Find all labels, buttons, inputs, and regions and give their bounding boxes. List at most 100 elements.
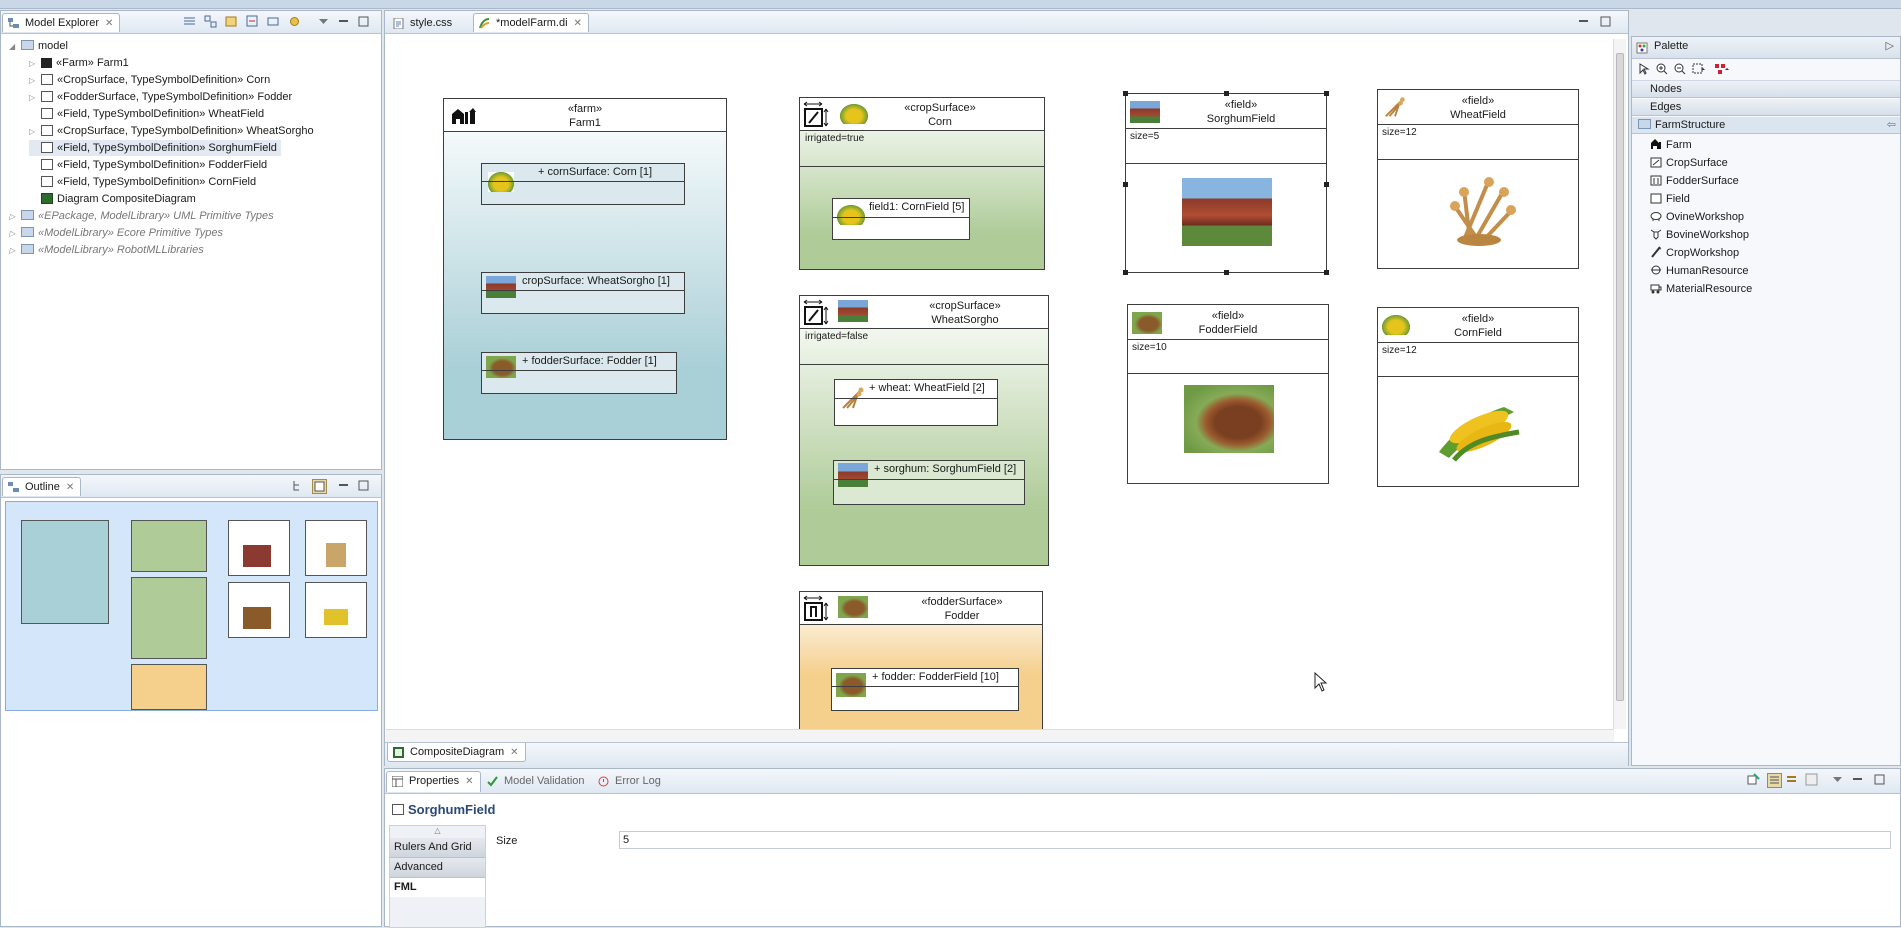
minimize-icon[interactable] — [1851, 773, 1864, 786]
tree-item-cornfield[interactable]: «Field, TypeSymbolDefinition» CornField — [29, 174, 256, 190]
minimize-icon[interactable] — [337, 15, 350, 28]
palette-item-humanresource[interactable]: HumanResource — [1632, 262, 1900, 280]
part-field1[interactable]: field1: CornField [5] — [832, 198, 970, 240]
maximize-icon[interactable] — [1599, 15, 1612, 28]
palette-category-farmstructure[interactable]: FarmStructure ⇦ — [1632, 117, 1900, 134]
diagram-canvas[interactable]: «farm» Farm1 + cornSurface: Corn [1] cro… — [386, 34, 1616, 729]
part-cornsurface[interactable]: + cornSurface: Corn [1] — [481, 163, 685, 205]
zoom-out-icon[interactable] — [1674, 63, 1686, 75]
section-fml[interactable]: FML — [390, 878, 485, 897]
tree-item-diagram[interactable]: Diagram CompositeDiagram — [29, 191, 196, 207]
section-rulers-and-grid[interactable]: Rulers And Grid — [390, 838, 485, 858]
selection-handle[interactable] — [1123, 182, 1128, 187]
vertical-scroll-thumb[interactable] — [1616, 53, 1624, 701]
tree-item-fodder[interactable]: ▷ «FodderSurface, TypeSymbolDefinition» F… — [29, 89, 292, 105]
tab-style-css[interactable]: style.css — [387, 13, 459, 32]
maximize-icon[interactable] — [1873, 773, 1886, 786]
settings-icon[interactable] — [288, 15, 301, 28]
filter-icon[interactable] — [246, 15, 259, 28]
minimize-icon[interactable] — [337, 479, 350, 492]
part-wheat[interactable]: + wheat: WheatField [2] — [834, 379, 998, 426]
tab-outline[interactable]: Outline ✕ — [2, 477, 82, 496]
selection-handle[interactable] — [1224, 91, 1229, 96]
corn-node[interactable]: «cropSurface» Corn irrigated=true field1… — [799, 97, 1045, 270]
farm1-node[interactable]: «farm» Farm1 + cornSurface: Corn [1] cro… — [443, 98, 727, 440]
selection-handle[interactable] — [1123, 270, 1128, 275]
horizontal-scrollbar[interactable] — [386, 729, 1614, 742]
tree-view-icon[interactable] — [292, 479, 305, 492]
selection-handle[interactable] — [1324, 270, 1329, 275]
sorghumfield-node[interactable]: «field» SorghumField size=5 — [1123, 91, 1329, 275]
tab-model-validation[interactable]: Model Validation — [481, 771, 592, 790]
tree-item-ecore-primitive-types[interactable]: ▷ «ModelLibrary» Ecore Primitive Types — [9, 225, 223, 241]
tab-modelfarm-di[interactable]: *modelFarm.di ✕ — [473, 13, 589, 32]
tree-item-corn[interactable]: ▷ «CropSurface, TypeSymbolDefinition» Cor… — [29, 72, 270, 88]
tree-item-wheatfield[interactable]: «Field, TypeSymbolDefinition» WheatField — [29, 106, 264, 122]
tree-item-sorghumfield[interactable]: «Field, TypeSymbolDefinition» SorghumFie… — [29, 140, 281, 156]
restore-defaults-icon[interactable] — [1805, 773, 1818, 786]
show-advanced-icon[interactable] — [1785, 773, 1798, 786]
palette-category-nodes[interactable]: Nodes — [1632, 81, 1900, 98]
maximize-icon[interactable] — [357, 479, 370, 492]
collapse-all-icon[interactable] — [183, 15, 196, 28]
close-icon[interactable]: ✕ — [510, 747, 518, 758]
palette-item-cropworkshop[interactable]: CropWorkshop — [1632, 244, 1900, 262]
wheatfield-node[interactable]: «field» WheatField size=12 — [1377, 89, 1579, 269]
section-advanced[interactable]: Advanced — [390, 858, 485, 878]
show-categories-icon[interactable] — [1767, 773, 1782, 788]
pin-icon[interactable]: ⇦ — [1887, 117, 1896, 134]
sort-icon[interactable] — [267, 15, 280, 28]
tab-model-explorer[interactable]: Model Explorer ✕ — [2, 13, 121, 32]
maximize-icon[interactable] — [357, 15, 370, 28]
tab-composite-diagram[interactable]: CompositeDiagram ✕ — [387, 743, 526, 762]
palette-item-cropsurface[interactable]: CropSurface — [1632, 154, 1900, 172]
zoom-in-icon[interactable] — [1656, 63, 1668, 75]
tab-error-log[interactable]: Error Log — [592, 771, 668, 790]
size-input[interactable]: 5 — [619, 831, 1891, 849]
marquee-tool-icon[interactable] — [1692, 63, 1706, 75]
wheatsorgho-node[interactable]: «cropSurface» WheatSorgho irrigated=fals… — [799, 295, 1049, 566]
view-menu-icon[interactable] — [1831, 773, 1844, 786]
link-editor-icon[interactable] — [204, 15, 217, 28]
palette-collapse-icon[interactable]: ▷ — [1886, 39, 1894, 52]
palette-item-foddersurface[interactable]: FodderSurface — [1632, 172, 1900, 190]
fodder-node[interactable]: «fodderSurface» Fodder + fodder: FodderF… — [799, 591, 1043, 729]
vertical-scrollbar[interactable] — [1613, 39, 1626, 729]
customize-icon[interactable] — [225, 15, 238, 28]
palette-item-bovineworkshop[interactable]: BovineWorkshop — [1632, 226, 1900, 244]
palette-item-materialresource[interactable]: MaterialResource — [1632, 280, 1900, 298]
part-sorghum[interactable]: + sorghum: SorghumField [2] — [833, 460, 1025, 505]
selection-handle[interactable] — [1324, 182, 1329, 187]
tab-properties[interactable]: Properties ✕ — [386, 771, 481, 792]
scroll-up-icon[interactable]: △ — [390, 826, 485, 836]
close-icon[interactable]: ✕ — [105, 18, 113, 29]
tree-item-wheatsorgho[interactable]: ▷ «CropSurface, TypeSymbolDefinition» Whe… — [29, 123, 314, 139]
pin-view-icon[interactable] — [1747, 773, 1760, 786]
fodderfield-node[interactable]: «field» FodderField size=10 — [1127, 304, 1329, 484]
select-tool-icon[interactable] — [1638, 63, 1650, 75]
selection-handle[interactable] — [1224, 270, 1229, 275]
palette-item-field[interactable]: Field — [1632, 190, 1900, 208]
palette-category-edges[interactable]: Edges — [1632, 99, 1900, 116]
selection-handle[interactable] — [1324, 91, 1329, 96]
overview-icon[interactable] — [312, 479, 327, 494]
part-cropsurface[interactable]: cropSurface: WheatSorgho [1] — [481, 272, 685, 314]
close-icon[interactable]: ✕ — [66, 482, 74, 493]
view-menu-icon[interactable] — [317, 15, 330, 28]
tree-item-fodderfield[interactable]: «Field, TypeSymbolDefinition» FodderFiel… — [29, 157, 267, 173]
close-icon[interactable]: ✕ — [574, 18, 582, 29]
minimize-icon[interactable] — [1577, 15, 1590, 28]
selection-handle[interactable] — [1123, 91, 1128, 96]
part-fodder[interactable]: + fodder: FodderField [10] — [831, 668, 1019, 711]
close-icon[interactable]: ✕ — [465, 776, 473, 787]
tree-item-model[interactable]: ◢ model — [9, 38, 68, 54]
tree-item-robotml-libraries[interactable]: ▷ «ModelLibrary» RobotMLLibraries — [9, 242, 204, 258]
tree-item-farm1[interactable]: ▷ «Farm» Farm1 — [29, 55, 129, 71]
cornfield-node[interactable]: «field» CornField size=12 — [1377, 307, 1579, 487]
tree-item-uml-primitive-types[interactable]: ▷ «EPackage, ModelLibrary» UML Primitive … — [9, 208, 274, 224]
part-foddersurface[interactable]: + fodderSurface: Fodder [1] — [481, 352, 677, 394]
layout-tool-icon[interactable] — [1714, 63, 1732, 75]
outline-viewport[interactable] — [5, 501, 378, 711]
palette-item-ovineworkshop[interactable]: OvineWorkshop — [1632, 208, 1900, 226]
palette-item-farm[interactable]: Farm — [1632, 136, 1900, 154]
